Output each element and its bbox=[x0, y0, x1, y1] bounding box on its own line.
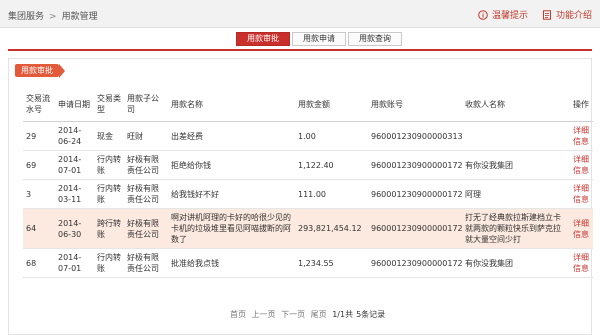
cell-amount: 1,122.40 bbox=[295, 150, 368, 180]
breadcrumb-separator: > bbox=[49, 12, 57, 22]
cell-account: 960001230900000172 bbox=[368, 248, 463, 278]
cell-account: 960001230900000313 bbox=[368, 121, 463, 151]
table-row: 69 2014-07-01 行内转账 好极有限责任公司 拒绝给你钱 1,122.… bbox=[23, 150, 593, 180]
panel-title: 用款审批 bbox=[15, 64, 65, 78]
header-op: 操作 bbox=[570, 87, 593, 122]
cell-payee: 有你没我集团 bbox=[462, 248, 570, 278]
cell-date: 2014-03-11 bbox=[55, 179, 94, 209]
cell-serial: 69 bbox=[23, 150, 55, 180]
top-bar: 集团服务 > 用款管理 温馨提示 功能介绍 bbox=[0, 0, 600, 28]
pager-next[interactable]: 下一页 bbox=[281, 310, 305, 319]
cell-serial: 64 bbox=[23, 208, 55, 249]
table-row: 68 2014-07-01 行内转账 好极有限责任公司 批准给我点钱 1,234… bbox=[23, 248, 593, 278]
detail-link[interactable]: 详细信息 bbox=[570, 179, 593, 209]
cell-type: 行内转账 bbox=[94, 150, 124, 180]
cell-company: 好极有限责任公司 bbox=[124, 248, 168, 278]
cell-serial: 3 bbox=[23, 179, 55, 209]
header-type: 交易类型 bbox=[94, 87, 124, 122]
breadcrumb: 集团服务 > 用款管理 bbox=[8, 9, 98, 22]
approval-table: 交易流水号 申请日期 交易类型 用款子公司 用款名称 用款金额 用款账号 收款人… bbox=[23, 87, 593, 278]
breadcrumb-current: 用款管理 bbox=[61, 12, 98, 22]
tab-query[interactable]: 用款查询 bbox=[348, 32, 402, 46]
table-header: 交易流水号 申请日期 交易类型 用款子公司 用款名称 用款金额 用款账号 收款人… bbox=[23, 87, 593, 122]
cell-type: 跨行转账 bbox=[94, 208, 124, 249]
cell-date: 2014-06-30 bbox=[55, 208, 94, 249]
cell-amount: 111.00 bbox=[295, 179, 368, 209]
approval-panel: 用款审批 交易流水号 申请日期 交易类型 用款子公司 用款名称 用款金额 用款账… bbox=[8, 58, 593, 335]
header-payee: 收款人名称 bbox=[462, 87, 570, 122]
cell-payee: 阿理 bbox=[462, 179, 570, 209]
cell-account: 960001230900000172 bbox=[368, 208, 463, 249]
tip-button[interactable]: 温馨提示 bbox=[478, 8, 528, 21]
cell-type: 行内转账 bbox=[94, 248, 124, 278]
cell-name: 啊对讲机阿理的卡好的哈很少见的卡机的垃圾堆里看见阿喵拔断的阿数了 bbox=[168, 208, 295, 249]
top-actions: 温馨提示 功能介绍 bbox=[478, 8, 592, 21]
pager-last[interactable]: 尾页 bbox=[311, 310, 327, 319]
intro-button[interactable]: 功能介绍 bbox=[542, 8, 592, 21]
cell-account: 960001230900000172 bbox=[368, 150, 463, 180]
tab-bar: 用款审批 用款申请 用款查询 bbox=[236, 32, 404, 46]
cell-amount: 1.00 bbox=[295, 121, 368, 151]
cell-company: 旺财 bbox=[124, 121, 168, 151]
cell-type: 行内转账 bbox=[94, 179, 124, 209]
header-amount: 用款金额 bbox=[295, 87, 368, 122]
header-name: 用款名称 bbox=[168, 87, 295, 122]
cell-company: 好极有限责任公司 bbox=[124, 150, 168, 180]
cell-amount: 293,821,454.12 bbox=[295, 208, 368, 249]
cell-payee: 打无了经典款拉斯建档立卡就两款的颗粒快乐到萨克拉就大量空间少打 bbox=[462, 208, 570, 249]
tip-label: 温馨提示 bbox=[491, 11, 528, 21]
table-row: 3 2014-03-11 行内转账 好极有限责任公司 给我钱好不好 111.00… bbox=[23, 179, 593, 209]
cell-serial: 68 bbox=[23, 248, 55, 278]
pager-prev[interactable]: 上一页 bbox=[252, 310, 276, 319]
cell-company: 好极有限责任公司 bbox=[124, 179, 168, 209]
cell-payee bbox=[462, 121, 570, 151]
document-icon bbox=[542, 9, 551, 20]
cell-type: 现金 bbox=[94, 121, 124, 151]
detail-link[interactable]: 详细信息 bbox=[570, 248, 593, 278]
cell-name: 拒绝给你钱 bbox=[168, 150, 295, 180]
tab-application[interactable]: 用款申请 bbox=[292, 32, 346, 46]
pager-first[interactable]: 首页 bbox=[230, 310, 246, 319]
cell-serial: 29 bbox=[23, 121, 55, 151]
cell-date: 2014-06-24 bbox=[55, 121, 94, 151]
breadcrumb-root[interactable]: 集团服务 bbox=[8, 12, 44, 22]
detail-link[interactable]: 详细信息 bbox=[570, 208, 593, 249]
pager-count: 5条记录 bbox=[356, 310, 386, 319]
pagination: 首页 上一页 下一页 尾页 1/1共 5条记录 bbox=[230, 309, 388, 320]
tab-divider bbox=[8, 49, 592, 51]
cell-payee: 有你没我集团 bbox=[462, 150, 570, 180]
cell-name: 出差经费 bbox=[168, 121, 295, 151]
header-date: 申请日期 bbox=[55, 87, 94, 122]
cell-name: 给我钱好不好 bbox=[168, 179, 295, 209]
detail-link[interactable]: 详细信息 bbox=[570, 150, 593, 180]
pager-pages: 1/1共 bbox=[332, 310, 354, 319]
detail-link[interactable]: 详细信息 bbox=[570, 121, 593, 151]
intro-label: 功能介绍 bbox=[555, 11, 592, 21]
tab-approval[interactable]: 用款审批 bbox=[236, 32, 290, 46]
table-row-highlighted: 64 2014-06-30 跨行转账 好极有限责任公司 啊对讲机阿理的卡好的哈很… bbox=[23, 208, 593, 249]
cell-date: 2014-07-01 bbox=[55, 150, 94, 180]
header-serial: 交易流水号 bbox=[23, 87, 55, 122]
cell-date: 2014-07-01 bbox=[55, 248, 94, 278]
cell-company: 好极有限责任公司 bbox=[124, 208, 168, 249]
cell-amount: 1,234.55 bbox=[295, 248, 368, 278]
info-circle-icon bbox=[478, 9, 488, 20]
cell-name: 批准给我点钱 bbox=[168, 248, 295, 278]
header-account: 用款账号 bbox=[368, 87, 462, 122]
cell-account: 960001230900000172 bbox=[368, 179, 463, 209]
table-row: 29 2014-06-24 现金 旺财 出差经费 1.00 9600012309… bbox=[23, 121, 593, 151]
header-company: 用款子公司 bbox=[124, 87, 168, 122]
